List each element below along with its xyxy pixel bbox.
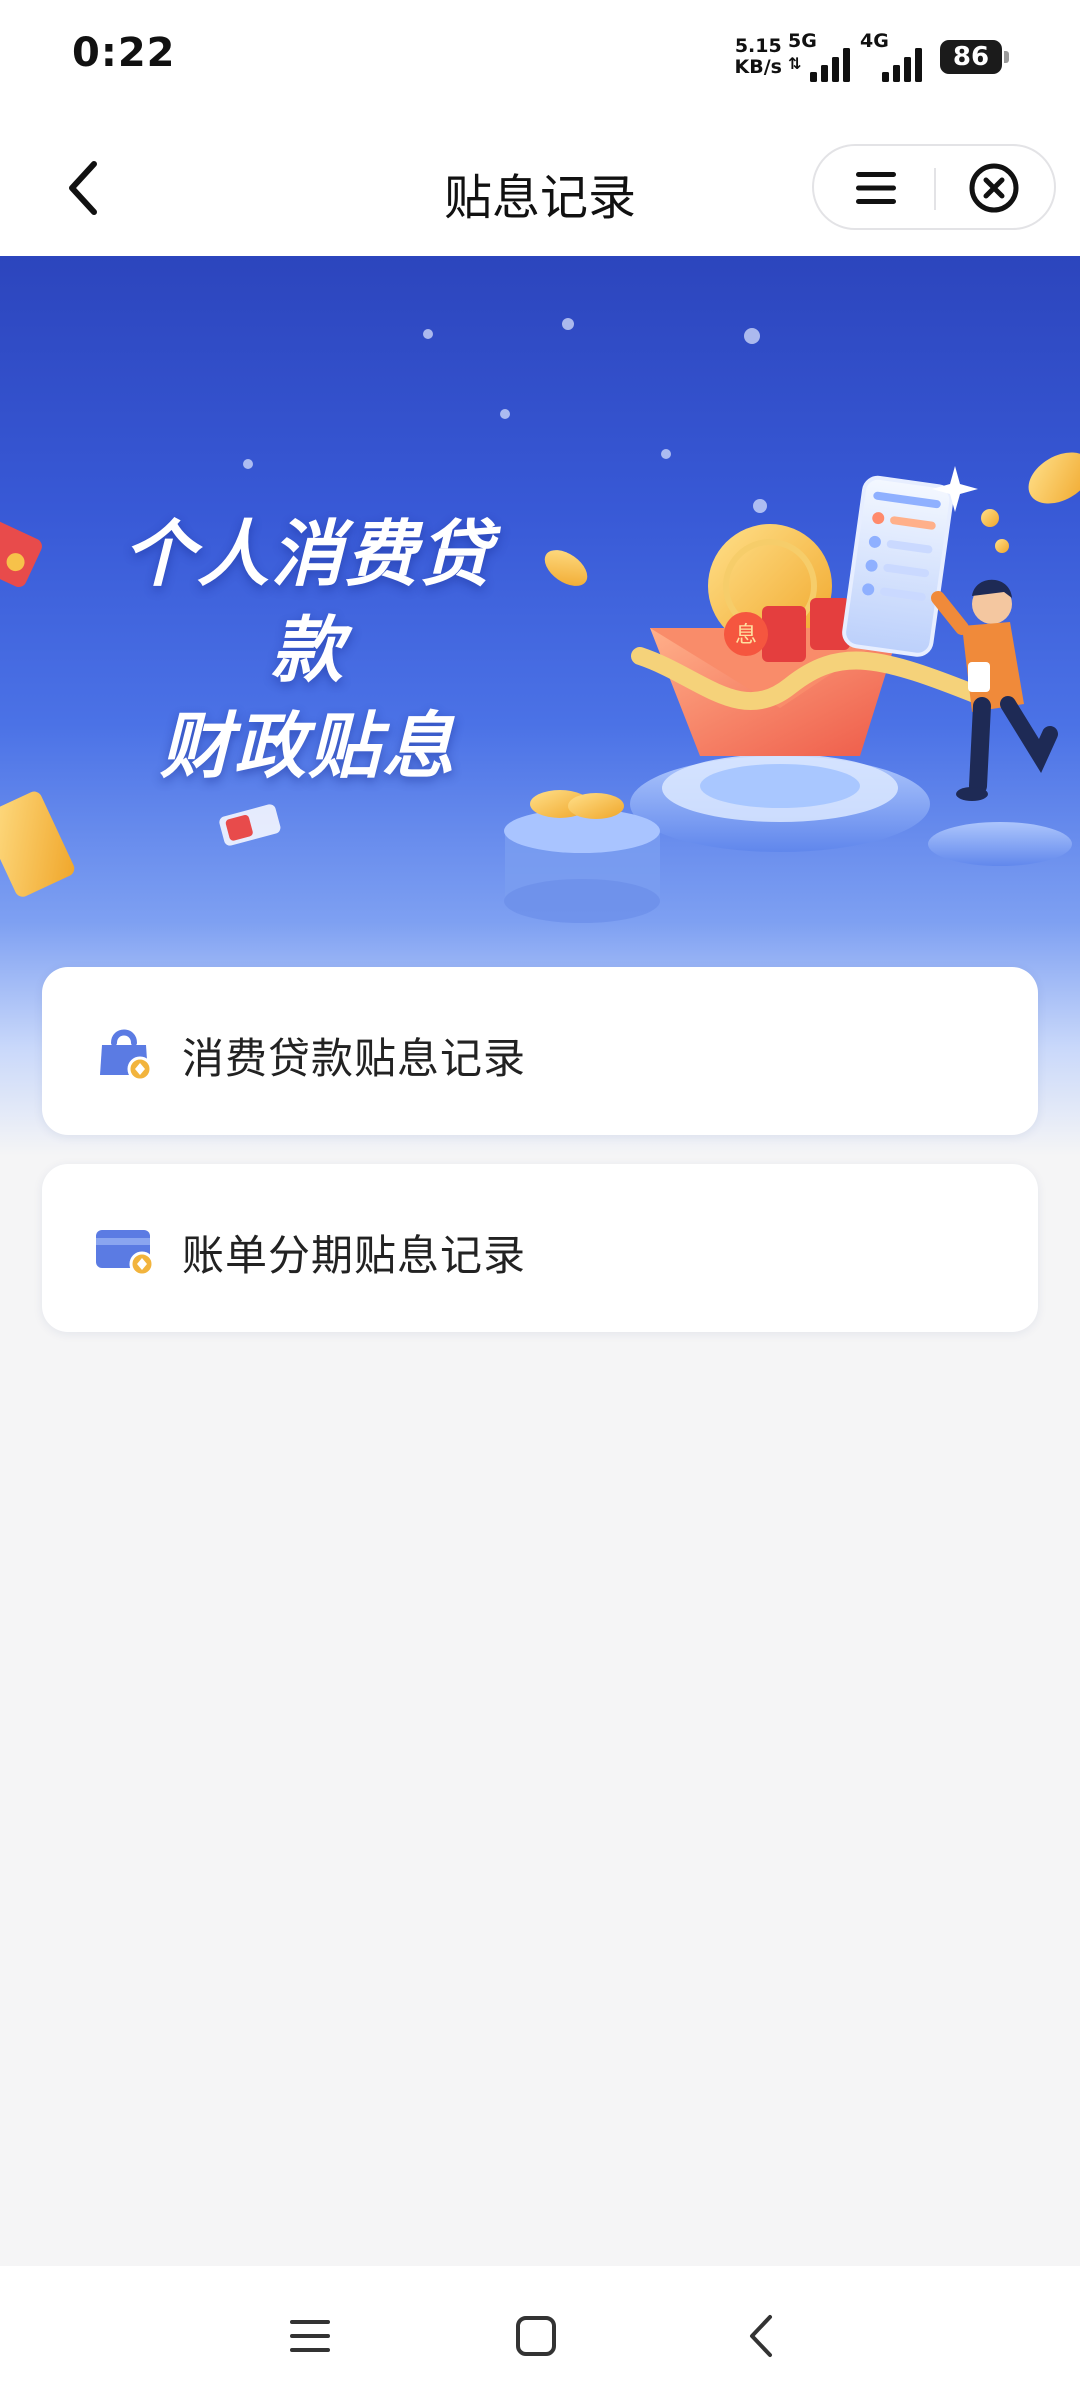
- lock-bag-icon: [100, 1029, 153, 1082]
- data-arrows-icon: ⇅: [788, 54, 802, 73]
- banner-title: 个人消费贷款 财政贴息: [88, 506, 528, 794]
- gold-ticket-left: [0, 791, 75, 897]
- battery-level: 86: [952, 42, 990, 72]
- close-button[interactable]: [958, 158, 1030, 218]
- signal-5g: 5G ⇅: [788, 30, 854, 84]
- signal-4g: 4G: [860, 30, 926, 84]
- sparkles: [243, 318, 767, 513]
- status-indicators: 5.15 KB/s 5G ⇅ 4G 86: [735, 30, 1009, 84]
- credit-card-icon: [96, 1230, 155, 1277]
- title-bar: 贴息记录: [0, 118, 1080, 256]
- phone-graphic: [842, 475, 954, 657]
- menu-icon: [856, 172, 896, 204]
- banner-title-line1: 个人消费贷款: [122, 512, 493, 692]
- status-time: 0:22: [72, 30, 176, 76]
- consumer-loan-subsidy-record-item[interactable]: 消费贷款贴息记录: [42, 967, 1038, 1135]
- svg-text:息: 息: [735, 623, 757, 648]
- recents-button[interactable]: [270, 2296, 350, 2376]
- network-speed-unit: KB/s: [734, 56, 782, 78]
- network-speed-value: 5.15: [734, 35, 782, 57]
- signal-bars-icon: [882, 48, 922, 82]
- signal-bars-icon: [810, 48, 850, 82]
- system-navigation-bar: [0, 2266, 1080, 2400]
- red-envelope-left: [0, 520, 42, 588]
- status-bar: 0:22 5.15 KB/s 5G ⇅ 4G 86: [0, 0, 1080, 118]
- record-label: 账单分期贴息记录: [182, 1231, 527, 1280]
- record-label: 消费贷款贴息记录: [182, 1034, 527, 1083]
- close-circle-icon: [969, 163, 1019, 213]
- capsule-divider: [934, 168, 936, 210]
- home-button[interactable]: [496, 2296, 576, 2376]
- recents-menu-icon: [290, 2320, 330, 2352]
- battery-icon: 86: [940, 40, 1009, 74]
- bill-installment-subsidy-record-item[interactable]: 账单分期贴息记录: [42, 1164, 1038, 1332]
- back-chevron-icon: [750, 2315, 772, 2357]
- more-menu-button[interactable]: [840, 158, 912, 218]
- network-speed: 5.15 KB/s: [735, 36, 782, 78]
- system-back-button[interactable]: [722, 2296, 802, 2376]
- home-square-icon: [516, 2316, 556, 2356]
- mini-program-capsule: [812, 144, 1056, 230]
- banner-title-line2: 财政贴息: [159, 704, 456, 788]
